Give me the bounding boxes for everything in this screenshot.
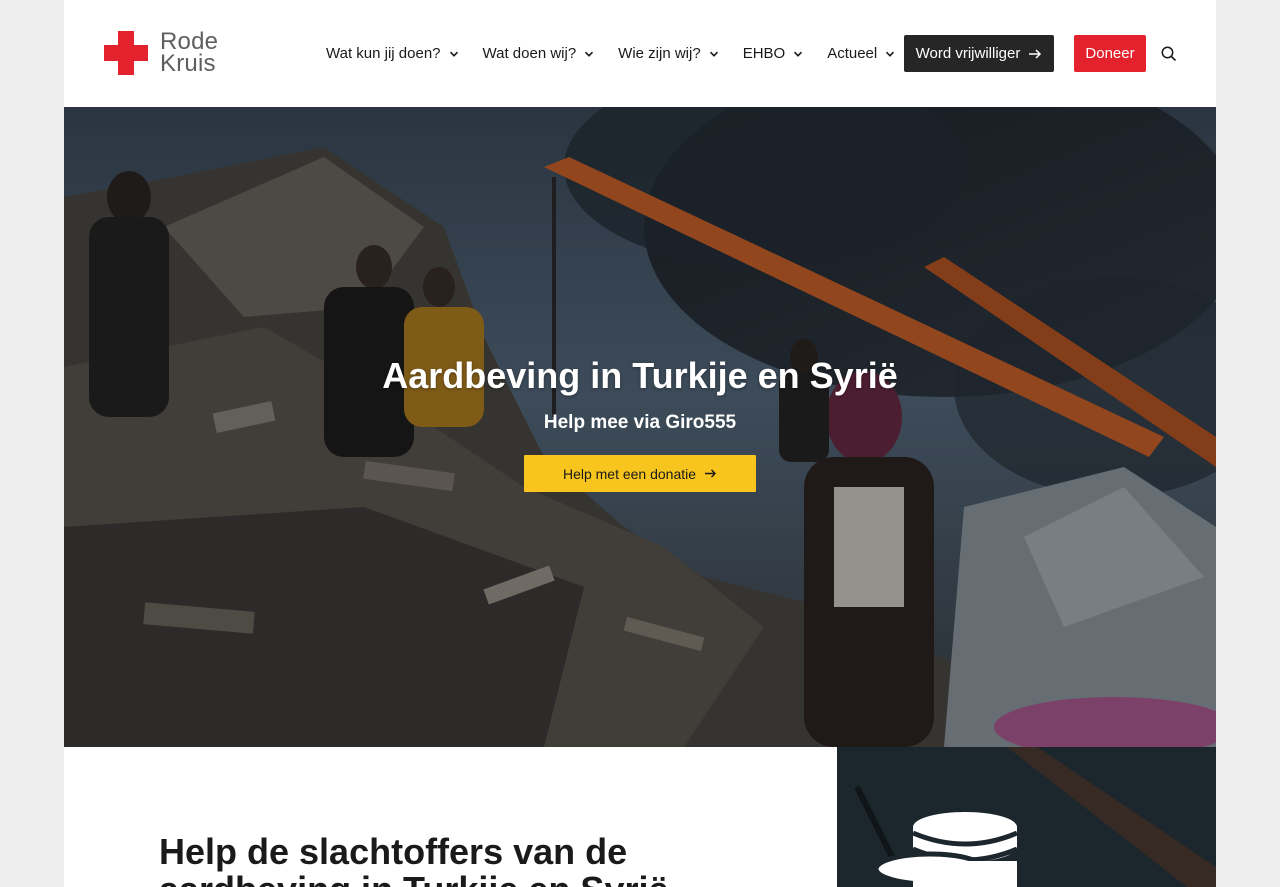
main-nav: Wat kun jij doen? Wat doen wij? Wie zijn… xyxy=(326,0,895,107)
volunteer-button-label: Word vrijwilliger xyxy=(915,45,1021,62)
arrow-right-icon xyxy=(1029,48,1042,59)
nav-label: EHBO xyxy=(742,45,786,62)
logo-link[interactable]: Rode Kruis xyxy=(104,30,218,77)
chevron-down-icon xyxy=(709,51,718,57)
hero-title: Aardbeving in Turkije en Syrië xyxy=(382,355,898,396)
volunteer-button[interactable]: Word vrijwilliger xyxy=(904,35,1054,72)
chevron-down-icon xyxy=(449,51,458,57)
chevron-down-icon xyxy=(585,51,594,57)
site-header: Rode Kruis Wat kun jij doen? Wat doen wi… xyxy=(64,0,1216,107)
nav-item-wat-doen-wij[interactable]: Wat doen wij? xyxy=(483,45,595,62)
nav-label: Wat kun jij doen? xyxy=(326,45,441,62)
search-icon[interactable] xyxy=(1160,45,1178,63)
logo-text: Rode Kruis xyxy=(160,30,218,77)
donate-cta-button[interactable]: Help met een donatie xyxy=(524,455,756,492)
nav-label: Wie zijn wij? xyxy=(618,45,701,62)
hero-banner: Aardbeving in Turkije en Syrië Help mee … xyxy=(64,107,1216,747)
hero-subtitle: Help mee via Giro555 xyxy=(543,412,737,433)
section-title: Help de slachtoffers van de aardbeving i… xyxy=(159,831,669,887)
chevron-down-icon xyxy=(794,51,803,57)
coins-icon xyxy=(875,812,1018,887)
nav-item-ehbo[interactable]: EHBO xyxy=(743,45,804,62)
donate-button[interactable]: Doneer xyxy=(1074,35,1146,72)
nav-label: Wat doen wij? xyxy=(482,45,577,62)
nav-item-wat-kun-jij-doen[interactable]: Wat kun jij doen? xyxy=(326,45,459,62)
chevron-down-icon xyxy=(886,51,895,57)
donation-intro-section: Help de slachtoffers van de aardbeving i… xyxy=(64,747,837,887)
nav-item-wie-zijn-wij[interactable]: Wie zijn wij? xyxy=(618,45,719,62)
donation-visual-panel xyxy=(837,747,1216,887)
page: Rode Kruis Wat kun jij doen? Wat doen wi… xyxy=(64,0,1216,887)
donate-button-label: Doneer xyxy=(1085,45,1135,62)
arrow-right-icon xyxy=(705,469,717,478)
logo-line-2: Kruis xyxy=(160,50,216,77)
nav-item-actueel[interactable]: Actueel xyxy=(827,45,895,62)
red-cross-icon xyxy=(104,31,148,75)
nav-label: Actueel xyxy=(827,45,878,62)
donate-cta-label: Help met een donatie xyxy=(562,465,697,482)
